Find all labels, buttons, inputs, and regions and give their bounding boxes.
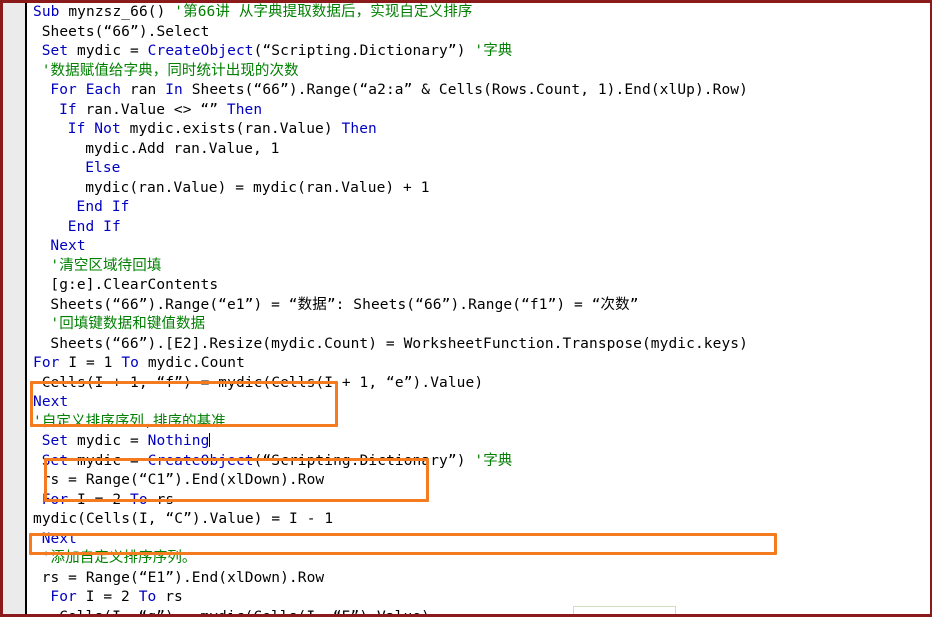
code-line[interactable]: End If [29, 198, 930, 218]
code-keyword: In [165, 82, 192, 98]
code-line[interactable]: Else [29, 159, 930, 179]
code-text: rs = Range(“E1”).End(xlDown).Row [41, 569, 325, 586]
code-text: Sheets(“66”).Range(“a2:a” & Cells(Rows.C… [191, 82, 748, 98]
code-text: mydic.Count [147, 355, 245, 371]
code-text: mydic.Add ran.Value, 1 [85, 140, 280, 157]
code-keyword: Next [50, 238, 86, 254]
code-text: [g:e].ClearContents [50, 277, 219, 293]
code-comment: '添加自定义排序序列。 [41, 550, 197, 566]
code-pane[interactable]: Sub mynzsz_66() '第66讲 从字典提取数据后，实现自定义排序 Sh… [29, 3, 930, 614]
code-line[interactable]: mydic.Add ran.Value, 1 [29, 140, 930, 160]
code-text: I = 1 [68, 355, 122, 371]
code-keyword: If [59, 101, 86, 118]
code-text: Sheets(“66”).[E2].Resize(mydic.Count) = … [50, 335, 748, 352]
code-line[interactable]: Sheets(“66”).Range(“e1”) = “数据”: Sheets(… [29, 296, 930, 316]
code-keyword: Next [33, 394, 69, 410]
code-keyword: To [130, 491, 157, 508]
code-text: (“Scripting.Dictionary”) [253, 452, 475, 469]
code-text: rs [156, 491, 175, 508]
code-line[interactable]: If Not mydic.exists(ran.Value) Then [29, 120, 930, 140]
code-line[interactable]: Next [29, 393, 930, 413]
code-keyword: For [33, 355, 69, 371]
code-line[interactable]: '自定义排序序列,排序的基准 [29, 413, 930, 433]
code-line[interactable]: Cells(I + 1, “f”) = mydic(Cells(I + 1, “… [29, 374, 930, 394]
code-line[interactable]: If ran.Value <> “” Then [29, 101, 930, 121]
code-line[interactable]: End If [29, 218, 930, 238]
code-keyword: Then [226, 101, 263, 118]
empty-outline-box [573, 606, 676, 614]
code-keyword: Else [85, 160, 121, 176]
code-keyword: Set [41, 433, 78, 449]
code-keyword: If Not [67, 121, 130, 137]
margin-divider-line [25, 3, 27, 614]
code-line[interactable]: [g:e].ClearContents [29, 276, 930, 296]
code-keyword: To [138, 589, 166, 605]
code-line[interactable]: '添加自定义排序序列。 [29, 549, 930, 569]
code-margin-indicator-bar[interactable] [3, 3, 25, 614]
text-caret [209, 433, 211, 447]
code-text: Sheets(“66”).Range(“e1”) = “数据”: Sheets(… [50, 296, 639, 313]
code-line[interactable]: For I = 1 To mydic.Count [29, 354, 930, 374]
code-text: rs [165, 589, 183, 605]
code-line[interactable]: rs = Range(“C1”).End(xlDown).Row [29, 471, 930, 491]
code-text: (“Scripting.Dictionary”) [253, 43, 475, 59]
code-keyword: CreateObject [147, 43, 254, 59]
code-keyword: Nothing [147, 433, 210, 449]
code-text: Cells(I + 1, “f”) = mydic(Cells(I + 1, “… [41, 374, 484, 391]
code-line[interactable]: Set mydic = Nothing [29, 432, 930, 452]
code-line[interactable]: For I = 2 To rs [29, 491, 930, 511]
code-line[interactable]: '数据赋值给字典，同时统计出现的次数 [29, 62, 930, 82]
code-text: rs = Range(“C1”).End(xlDown).Row [41, 472, 325, 488]
code-keyword: For [50, 589, 86, 605]
code-text: mynzsz_66() [68, 4, 175, 20]
code-line[interactable]: '清空区域待回填 [29, 257, 930, 277]
code-keyword: Set [41, 452, 78, 469]
code-line[interactable]: mydic(ran.Value) = mydic(ran.Value) + 1 [29, 179, 930, 199]
code-keyword: For [41, 491, 78, 508]
code-comment: '字典 [474, 43, 513, 59]
code-keyword: End If [67, 218, 121, 235]
code-line[interactable]: Sheets(“66”).[E2].Resize(mydic.Count) = … [29, 335, 930, 355]
code-text: mydic = [77, 452, 148, 469]
code-comment: '自定义排序序列,排序的基准 [33, 413, 226, 430]
code-keyword: CreateObject [147, 452, 254, 469]
code-keyword: Next [41, 530, 78, 547]
vba-editor-window: Sub mynzsz_66() '第66讲 从字典提取数据后，实现自定义排序 Sh… [0, 0, 932, 617]
code-text: Sheets(“66”).Select [41, 23, 210, 40]
code-line[interactable]: For Each ran In Sheets(“66”).Range(“a2:a… [29, 81, 930, 101]
code-line[interactable]: For I = 2 To rs [29, 588, 930, 608]
code-comment: '字典 [474, 452, 513, 469]
code-text: mydic = [77, 43, 148, 59]
code-text: I = 2 [77, 491, 130, 508]
code-keyword: Sub [33, 4, 69, 20]
code-keyword: Set [41, 43, 78, 59]
code-keyword: End If [76, 199, 130, 215]
code-comment: '清空区域待回填 [50, 257, 162, 274]
code-text: mydic = [77, 433, 148, 449]
code-text: mydic(ran.Value) = mydic(ran.Value) + 1 [85, 179, 430, 196]
code-keyword: To [121, 355, 148, 371]
code-line[interactable]: Sheets(“66”).Select [29, 23, 930, 43]
code-text: mydic.exists(ran.Value) [129, 121, 342, 137]
code-line[interactable]: Cells(I, “g”) = mydic(Cells(I, “E”).Valu… [29, 608, 930, 615]
code-line[interactable]: Sub mynzsz_66() '第66讲 从字典提取数据后，实现自定义排序 [29, 3, 930, 23]
code-text: mydic(Cells(I, “C”).Value) = I - 1 [33, 511, 334, 527]
code-text: Cells(I, “g”) = mydic(Cells(I, “E”).Valu… [59, 609, 430, 615]
code-line[interactable]: mydic(Cells(I, “C”).Value) = I - 1 [29, 510, 930, 530]
code-keyword: Then [341, 121, 377, 137]
code-keyword: For Each [50, 82, 130, 98]
code-comment: '数据赋值给字典，同时统计出现的次数 [41, 62, 299, 79]
code-text: ran [129, 82, 166, 98]
code-comment: '第66讲 从字典提取数据后，实现自定义排序 [174, 4, 473, 20]
code-text: I = 2 [85, 589, 139, 605]
code-comment: '回填键数据和键值数据 [50, 316, 206, 332]
code-line[interactable]: Set mydic = CreateObject(“Scripting.Dict… [29, 42, 930, 62]
code-line[interactable]: '回填键数据和键值数据 [29, 315, 930, 335]
code-line[interactable]: Next [29, 530, 930, 550]
code-line[interactable]: Next [29, 237, 930, 257]
code-text: ran.Value <> “” [85, 101, 227, 118]
code-line[interactable]: rs = Range(“E1”).End(xlDown).Row [29, 569, 930, 589]
code-line[interactable]: Set mydic = CreateObject(“Scripting.Dict… [29, 452, 930, 472]
